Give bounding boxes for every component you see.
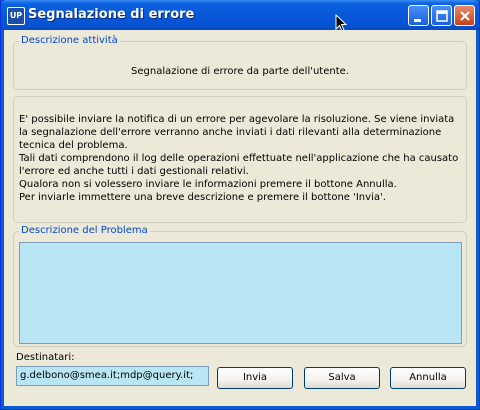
maximize-button[interactable] (431, 5, 452, 26)
info-line: Tali dati comprendono il log delle opera… (19, 153, 459, 177)
recipients-label: Destinatari: (16, 352, 75, 363)
close-button[interactable] (454, 5, 475, 26)
title-bar[interactable]: UP Segnalazione di errore (1, 0, 479, 30)
info-group: E' possibile inviare la notifica di un e… (13, 96, 467, 223)
activity-description: Segnalazione di errore da parte dell'ute… (131, 66, 349, 77)
dialog-window: UP Segnalazione di errore Descrizione at… (0, 0, 480, 410)
minimize-button[interactable] (408, 5, 429, 26)
window-title: Segnalazione di errore (28, 7, 195, 22)
send-button[interactable]: Invia (217, 367, 293, 389)
cancel-button[interactable]: Annulla (390, 367, 466, 389)
problem-group: Descrizione del Problema (13, 225, 467, 347)
app-icon: UP (7, 7, 25, 25)
activity-group: Descrizione attività Segnalazione di err… (13, 35, 467, 90)
close-icon (460, 11, 470, 21)
activity-group-legend: Descrizione attività (19, 35, 120, 46)
maximize-icon (436, 10, 448, 22)
dialog-body: Descrizione attività Segnalazione di err… (4, 30, 476, 406)
info-line: Qualora non si volessero inviare le info… (19, 179, 397, 190)
info-line: Per inviarle immettere una breve descriz… (19, 192, 386, 203)
info-line: E' possibile inviare la notifica di un e… (19, 114, 455, 151)
problem-description-input[interactable] (19, 242, 462, 344)
minimize-icon (414, 19, 421, 22)
info-text: E' possibile inviare la notifica di un e… (19, 113, 464, 204)
recipients-input[interactable]: g.delbono@smea.it;mdp@query.it; (16, 366, 209, 386)
save-button[interactable]: Salva (304, 367, 380, 389)
problem-group-legend: Descrizione del Problema (19, 225, 150, 236)
